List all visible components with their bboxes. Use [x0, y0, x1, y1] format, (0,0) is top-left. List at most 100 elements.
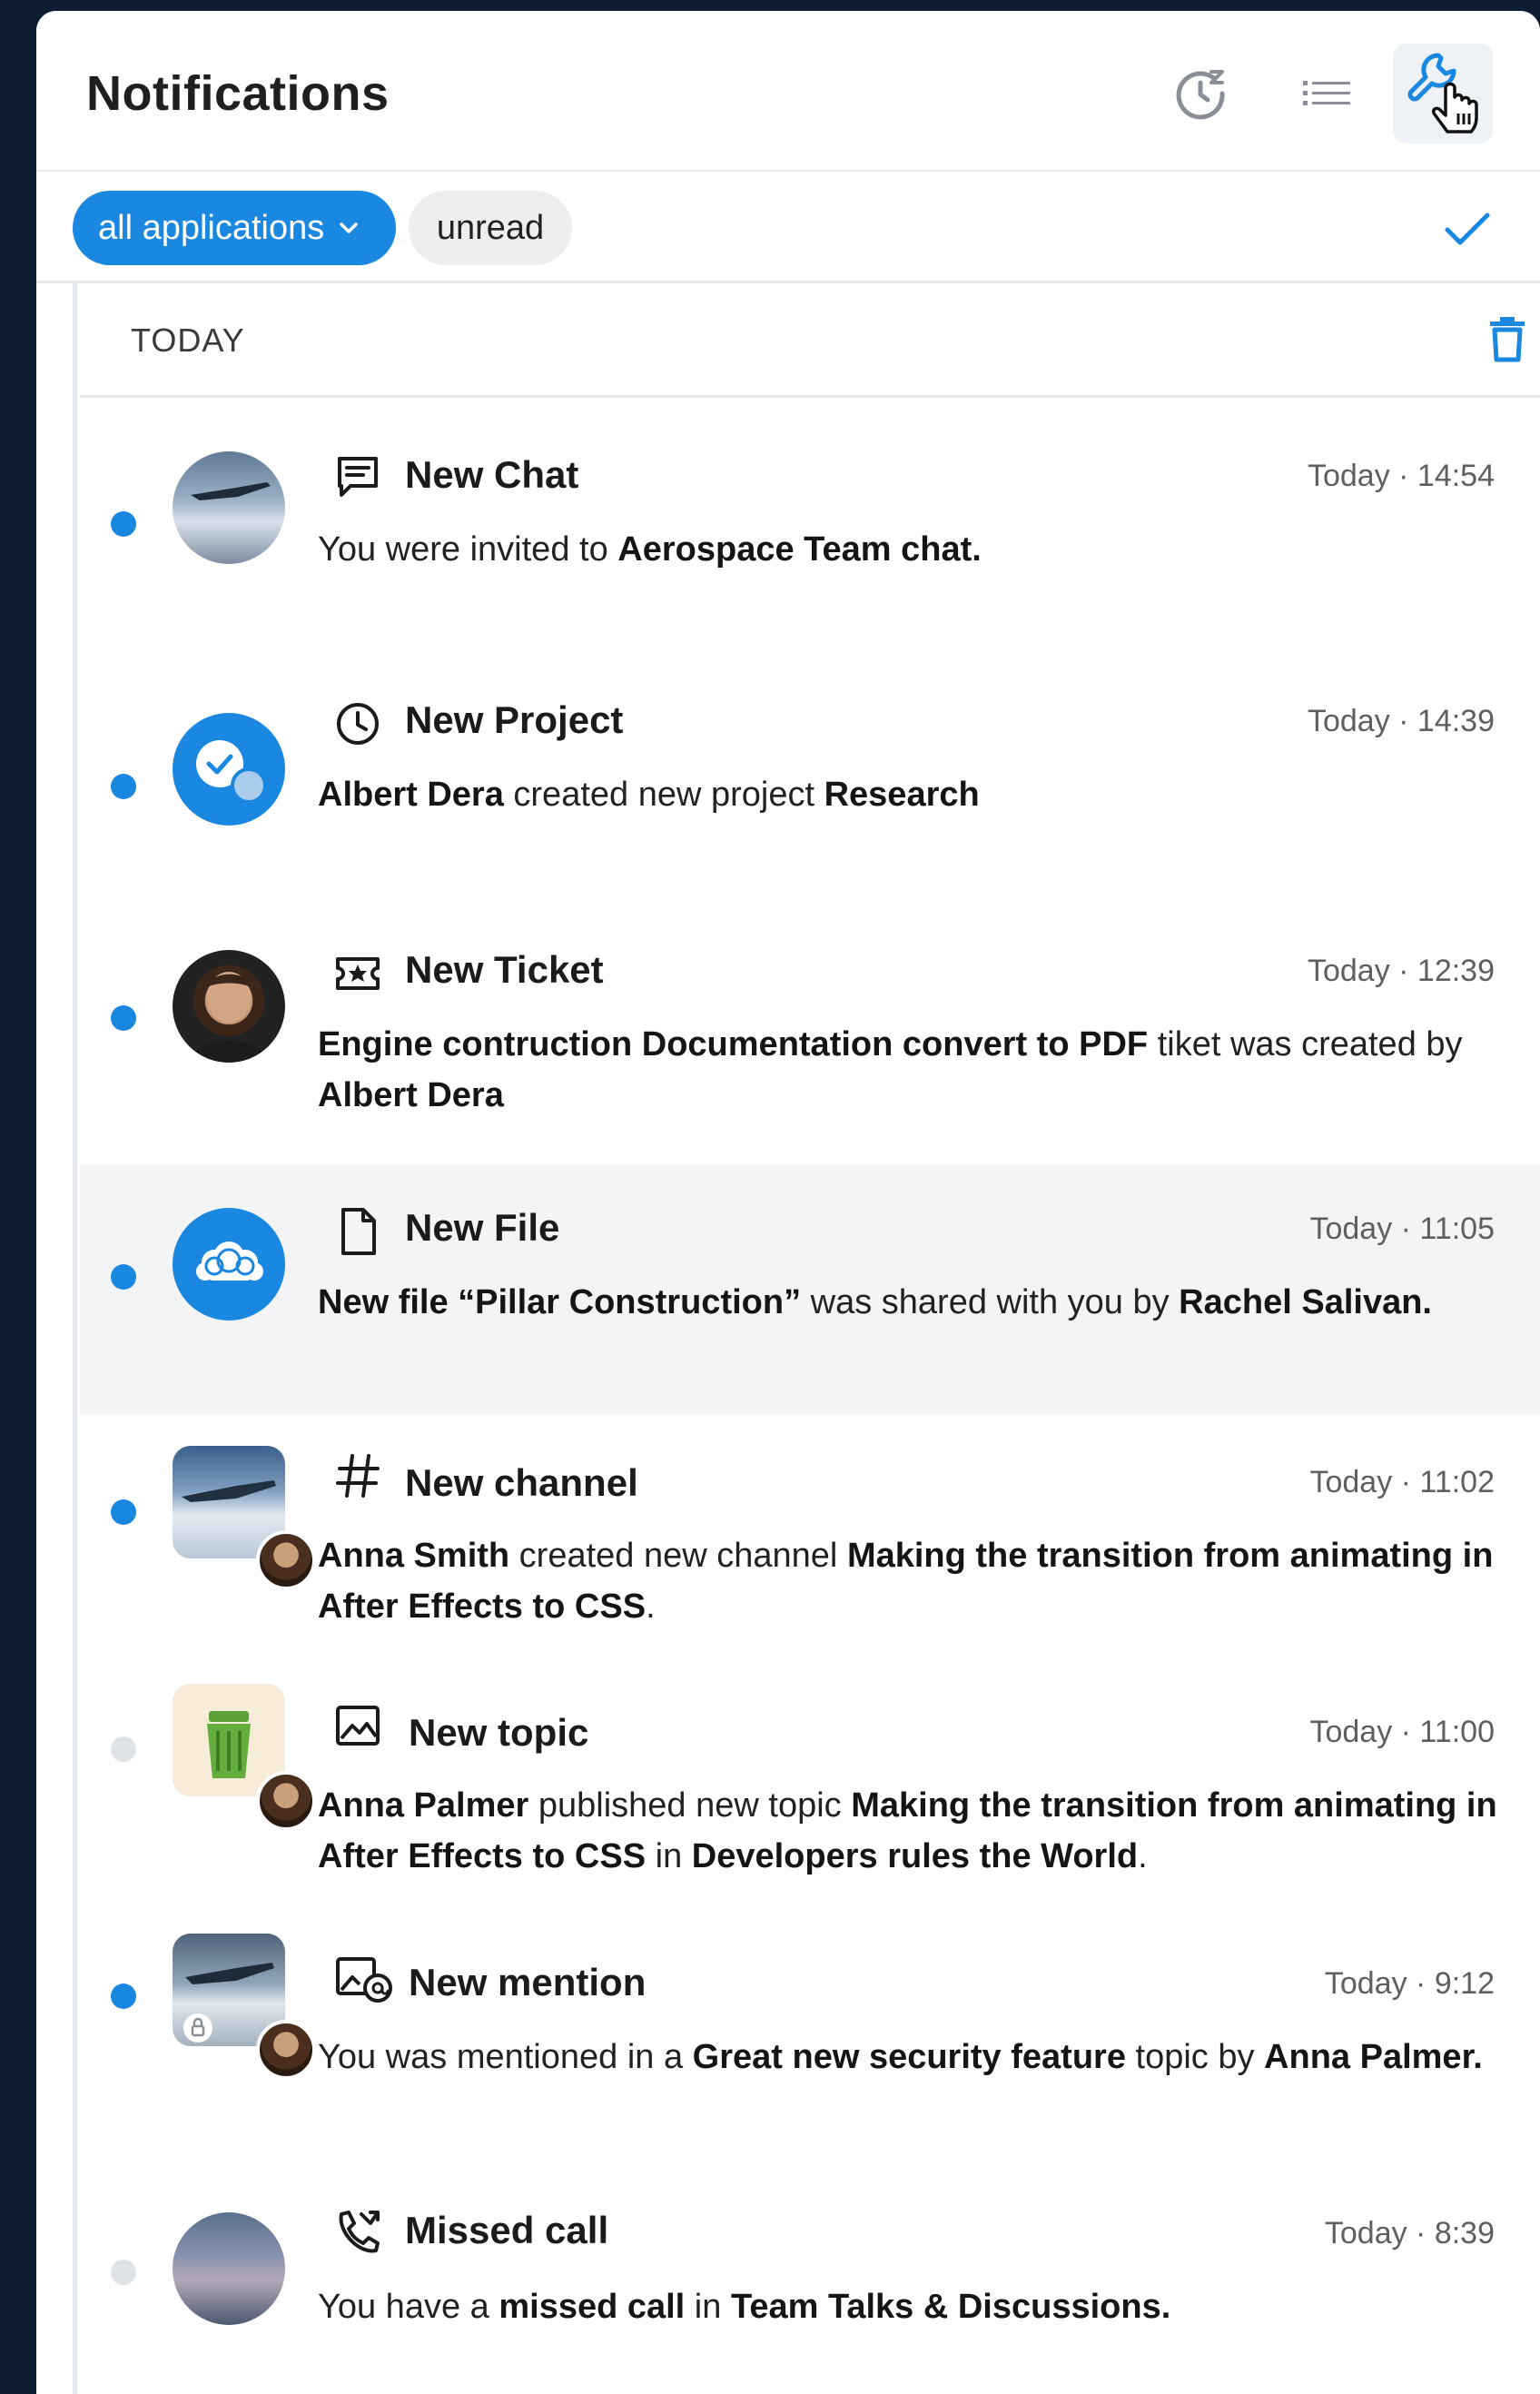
history-icon — [1176, 70, 1225, 120]
body-emphasis: Developers rules the World — [691, 1837, 1139, 1875]
wrench-icon — [1407, 53, 1478, 134]
notification-item[interactable]: New topic Today · 11:00 Anna Palmer publ… — [80, 1664, 1540, 1915]
body-text: You were invited to — [318, 530, 618, 569]
body-text: in — [685, 2288, 731, 2326]
panel-header: Notifications — [36, 11, 1540, 172]
notification-item[interactable]: New channel Today · 11:02 Anna Smith cre… — [80, 1414, 1540, 1664]
read-dot — [111, 1736, 136, 1762]
notification-body: Albert Dera created new project Research — [318, 769, 1516, 820]
body-emphasis: Anna Smith — [318, 1537, 510, 1575]
mention-icon — [332, 1954, 396, 2004]
notification-body: New file “Pillar Construction” was share… — [318, 1277, 1516, 1328]
timeline-rail — [73, 283, 77, 2394]
file-icon — [332, 1206, 383, 1257]
avatar — [173, 713, 285, 826]
body-text: in — [646, 1837, 692, 1875]
notifications-panel: Notifications all applications unread TO… — [36, 11, 1540, 2394]
avatar — [173, 1208, 285, 1321]
notification-title: New File — [405, 1206, 560, 1249]
notification-body: Engine contruction Documentation convert… — [318, 1019, 1516, 1121]
unread-dot — [111, 774, 136, 799]
body-emphasis: Anna Palmer — [318, 1786, 529, 1825]
body-text: was shared with you by — [801, 1283, 1180, 1321]
notification-title: New topic — [409, 1711, 589, 1754]
chevron-down-icon — [339, 222, 359, 234]
list-icon — [1303, 81, 1350, 105]
body-emphasis: Anna Palmer. — [1264, 2038, 1483, 2076]
unread-dot — [111, 1983, 136, 2009]
avatar — [173, 451, 285, 564]
notification-time: Today · 11:00 — [1309, 1715, 1495, 1749]
notification-body: Anna Smith created new channel Making th… — [318, 1530, 1516, 1632]
body-emphasis: Albert Dera — [318, 1076, 504, 1114]
body-emphasis: Engine contruction Documentation convert… — [318, 1025, 1149, 1063]
read-dot — [111, 2260, 136, 2285]
notification-title: New channel — [405, 1461, 638, 1504]
missed-call-icon — [332, 2207, 383, 2258]
notification-body: You have a missed call in Team Talks & D… — [318, 2281, 1516, 2332]
notification-time: Today · 14:39 — [1307, 704, 1495, 738]
all-applications-dropdown[interactable]: all applications — [73, 191, 396, 265]
user-badge-avatar — [256, 1530, 316, 1590]
body-emphasis: Rachel Salivan. — [1179, 1283, 1432, 1321]
unread-filter-chip[interactable]: unread — [409, 191, 572, 265]
mark-all-read-button[interactable] — [1442, 206, 1493, 252]
section-label: TODAY — [131, 322, 245, 359]
notification-item[interactable]: New Ticket Today · 12:39 Engine contruct… — [80, 892, 1540, 1164]
notification-time: Today · 11:02 — [1309, 1465, 1495, 1499]
history-button[interactable] — [1150, 44, 1250, 143]
notification-time: Today · 9:12 — [1324, 1966, 1495, 2001]
body-text: created new project — [503, 776, 824, 814]
all-applications-label: all applications — [98, 208, 325, 247]
section-header-today: TODAY — [80, 283, 1540, 398]
trash-icon — [1490, 317, 1525, 362]
body-emphasis: Great new security feature — [692, 2038, 1126, 2076]
cloud-icon — [196, 1242, 263, 1281]
body-emphasis: missed call — [499, 2288, 686, 2326]
avatar — [173, 2212, 285, 2325]
hand-cursor-icon — [1431, 82, 1478, 134]
notification-title: New Project — [405, 698, 624, 741]
user-badge-avatar — [256, 2020, 316, 2080]
body-emphasis: Research — [824, 776, 980, 814]
notification-time: Today · 8:39 — [1324, 2216, 1495, 2251]
clear-section-button[interactable] — [1487, 316, 1527, 363]
body-emphasis: Albert Dera — [318, 776, 504, 814]
image-icon — [332, 1700, 383, 1751]
unread-dot — [111, 1005, 136, 1031]
body-text: created new channel — [509, 1537, 847, 1575]
notification-item[interactable]: New Project Today · 14:39 Albert Dera cr… — [80, 642, 1540, 892]
unread-dot — [111, 1264, 136, 1290]
unread-dot — [111, 511, 136, 537]
body-text: . — [646, 1588, 656, 1626]
body-text: topic by — [1125, 2038, 1265, 2076]
avatar — [173, 950, 285, 1063]
list-view-button[interactable] — [1277, 44, 1377, 143]
checkmark-icon — [1445, 213, 1490, 245]
notification-time: Today · 11:05 — [1309, 1212, 1495, 1246]
notification-title: New Chat — [405, 453, 579, 496]
notification-item[interactable]: New Chat Today · 14:54 You were invited … — [80, 397, 1540, 642]
filter-bar: all applications unread — [36, 172, 1540, 283]
page-title: Notifications — [86, 66, 390, 121]
body-text: published new topic — [528, 1786, 852, 1825]
notification-title: New Ticket — [405, 948, 604, 991]
notification-body: You were invited to Aerospace Team chat. — [318, 524, 1516, 575]
notification-item[interactable]: New mention Today · 9:12 You was mention… — [80, 1915, 1540, 2165]
body-text: tiket was created by — [1148, 1025, 1463, 1063]
body-text: You was mentioned in a — [318, 2038, 693, 2076]
user-badge-avatar — [256, 1771, 316, 1831]
body-emphasis: New file “Pillar Construction” — [318, 1283, 802, 1321]
body-emphasis: Aerospace Team chat. — [617, 530, 982, 569]
notification-title: Missed call — [405, 2209, 609, 2251]
notification-time: Today · 14:54 — [1307, 459, 1495, 493]
body-emphasis: Team Talks & Discussions. — [730, 2288, 1171, 2326]
notification-body: Anna Palmer published new topic Making t… — [318, 1780, 1516, 1882]
notification-item[interactable]: New File Today · 11:05 New file “Pillar … — [80, 1164, 1540, 1414]
body-text: You have a — [318, 2288, 499, 2326]
notification-item[interactable]: Missed call Today · 8:39 You have a miss… — [80, 2165, 1540, 2394]
hash-icon — [332, 1450, 383, 1501]
notification-title: New mention — [409, 1961, 647, 2003]
settings-button[interactable] — [1393, 44, 1493, 143]
unread-filter-label: unread — [436, 208, 545, 247]
